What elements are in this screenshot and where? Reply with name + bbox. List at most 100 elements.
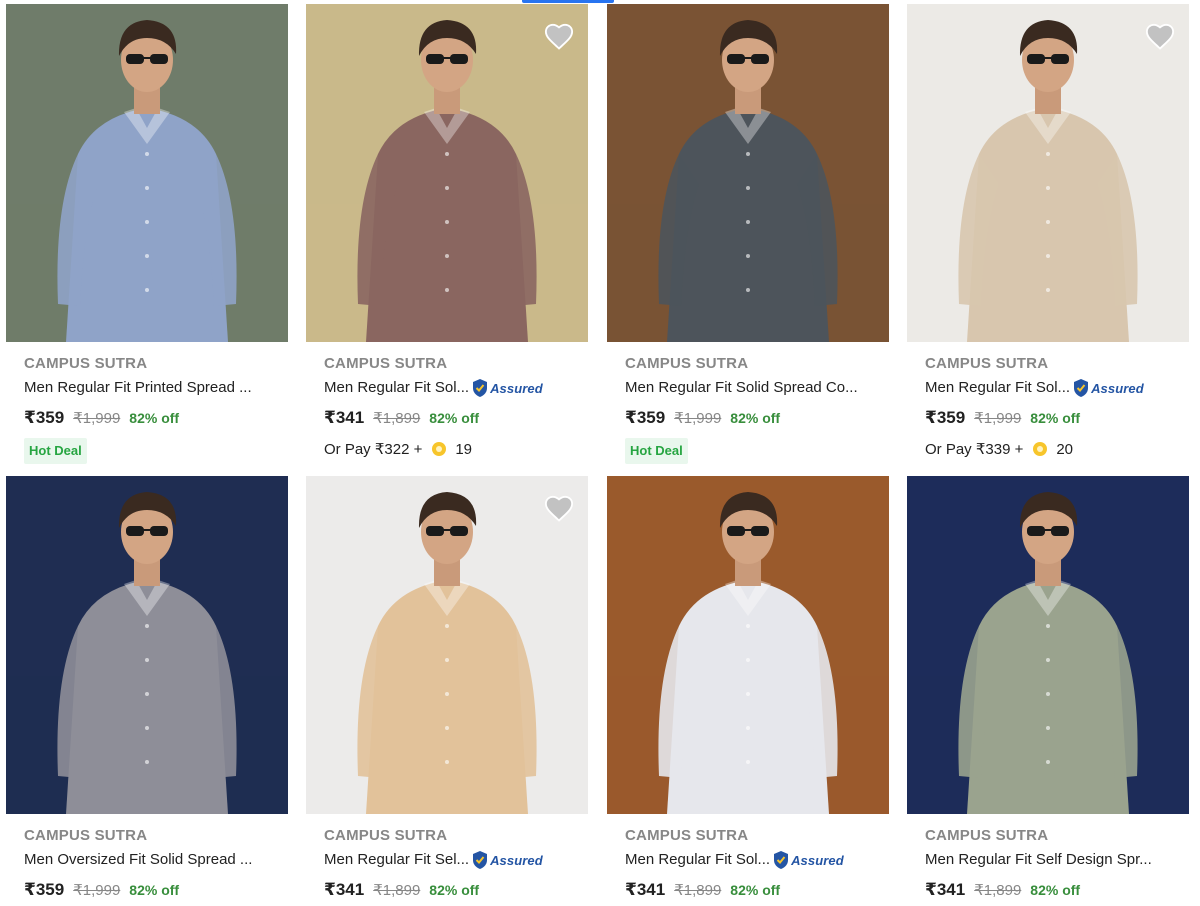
title-row: Men Regular Fit Sel... Assured [324, 849, 592, 871]
model-photo [907, 4, 1189, 342]
model-photo [907, 476, 1189, 814]
product-title[interactable]: Men Regular Fit Solid Spread Co... [625, 377, 858, 399]
model-photo [607, 4, 889, 342]
original-price: ₹1,999 [974, 410, 1022, 427]
selling-price: ₹341 [324, 880, 365, 899]
selling-price: ₹341 [625, 880, 666, 899]
brand-name: CAMPUS SUTRA [324, 827, 448, 844]
brand-name: CAMPUS SUTRA [24, 355, 148, 372]
brand-name: CAMPUS SUTRA [925, 827, 1049, 844]
product-title[interactable]: Men Regular Fit Self Design Spr... [925, 849, 1152, 871]
model-photo [607, 476, 889, 814]
assured-label: Assured [490, 852, 543, 868]
title-row: Men Regular Fit Self Design Spr... [925, 849, 1193, 871]
discount-percent: 82% off [429, 882, 480, 898]
hot-deal-badge: Hot Deal [24, 438, 87, 464]
selling-price: ₹341 [324, 408, 365, 427]
assured-shield-icon [473, 379, 488, 397]
model-photo [6, 476, 288, 814]
price-row: ₹359 ₹1,999 82% off [625, 408, 893, 430]
product-card[interactable]: CAMPUS SUTRA Men Regular Fit Sol... Assure… [901, 0, 1200, 472]
product-card[interactable]: CAMPUS SUTRA Men Regular Fit Solid Spread… [601, 0, 901, 472]
assured-badge: Assured [471, 850, 543, 870]
assured-badge: Assured [1072, 378, 1144, 398]
product-image[interactable] [907, 476, 1189, 814]
model-photo [6, 4, 288, 342]
product-title[interactable]: Men Regular Fit Sol... [625, 849, 770, 871]
product-image[interactable] [306, 4, 588, 342]
assured-label: Assured [1091, 380, 1144, 396]
assured-label: Assured [791, 852, 844, 868]
brand-name: CAMPUS SUTRA [625, 827, 749, 844]
assured-badge: Assured [772, 850, 844, 870]
coin-count: 20 [1056, 440, 1074, 458]
hot-deal-badge: Hot Deal [625, 438, 688, 464]
wishlist-heart-icon[interactable] [544, 22, 574, 50]
product-card[interactable]: CAMPUS SUTRA Men Regular Fit Self Design … [901, 472, 1200, 906]
selling-price: ₹341 [925, 880, 966, 899]
price-row: ₹341 ₹1,899 82% off [625, 880, 893, 902]
product-title[interactable]: Men Regular Fit Sel... [324, 849, 469, 871]
assured-shield-icon [774, 851, 789, 869]
price-row: ₹359 ₹1,999 82% off [24, 408, 292, 430]
wishlist-heart-icon[interactable] [544, 494, 574, 522]
product-image[interactable] [907, 4, 1189, 342]
product-info: CAMPUS SUTRA Men Regular Fit Self Design … [925, 826, 1193, 906]
title-row: Men Oversized Fit Solid Spread ... [24, 849, 292, 871]
product-info: CAMPUS SUTRA Men Regular Fit Solid Spread… [625, 354, 893, 466]
product-image[interactable] [306, 476, 588, 814]
selling-price: ₹359 [24, 408, 65, 427]
assured-label: Assured [490, 380, 543, 396]
extra-info: Or Pay ₹322 + 19 [324, 438, 592, 466]
original-price: ₹1,999 [73, 410, 121, 427]
extra-info: Hot Deal [625, 438, 893, 466]
product-image[interactable] [607, 476, 889, 814]
pay-with-coins: Or Pay ₹339 + 20 [925, 438, 1193, 459]
brand-name: CAMPUS SUTRA [925, 355, 1049, 372]
assured-shield-icon [1074, 379, 1089, 397]
title-row: Men Regular Fit Solid Spread Co... [625, 377, 893, 399]
product-title[interactable]: Men Oversized Fit Solid Spread ... [24, 849, 252, 871]
selling-price: ₹359 [24, 880, 65, 899]
extra-info: Or Pay ₹339 + 20 [925, 438, 1193, 466]
product-info: CAMPUS SUTRA Men Regular Fit Sol... Assure… [925, 354, 1193, 466]
price-row: ₹341 ₹1,899 82% off [925, 880, 1193, 902]
discount-percent: 82% off [1030, 882, 1081, 898]
discount-percent: 82% off [730, 882, 781, 898]
product-grid: CAMPUS SUTRA Men Regular Fit Printed Spre… [0, 0, 1200, 906]
selling-price: ₹359 [625, 408, 666, 427]
model-photo [306, 476, 588, 814]
original-price: ₹1,899 [674, 882, 722, 899]
product-title[interactable]: Men Regular Fit Sol... [324, 377, 469, 399]
product-card[interactable]: CAMPUS SUTRA Men Regular Fit Sel... Assure… [300, 472, 600, 906]
pay-price-text: Or Pay ₹322 + [324, 441, 423, 458]
supercoin-icon [1033, 442, 1048, 456]
price-row: ₹341 ₹1,899 82% off [324, 880, 592, 902]
original-price: ₹1,999 [73, 882, 121, 899]
original-price: ₹1,999 [674, 410, 722, 427]
discount-percent: 82% off [129, 882, 180, 898]
brand-name: CAMPUS SUTRA [324, 355, 448, 372]
discount-percent: 82% off [429, 410, 480, 426]
pay-price-text: Or Pay ₹339 + [925, 441, 1024, 458]
product-image[interactable] [6, 4, 288, 342]
product-card[interactable]: CAMPUS SUTRA Men Oversized Fit Solid Spre… [0, 472, 300, 906]
product-title[interactable]: Men Regular Fit Sol... [925, 377, 1070, 399]
product-info: CAMPUS SUTRA Men Regular Fit Sol... Assure… [324, 354, 592, 466]
brand-name: CAMPUS SUTRA [24, 827, 148, 844]
selling-price: ₹359 [925, 408, 966, 427]
product-title[interactable]: Men Regular Fit Printed Spread ... [24, 377, 252, 399]
product-card[interactable]: CAMPUS SUTRA Men Regular Fit Sol... Assure… [601, 472, 901, 906]
pay-with-coins: Or Pay ₹322 + 19 [324, 438, 592, 459]
product-image[interactable] [607, 4, 889, 342]
title-row: Men Regular Fit Sol... Assured [324, 377, 592, 399]
product-card[interactable]: CAMPUS SUTRA Men Regular Fit Sol... Assure… [300, 0, 600, 472]
title-row: Men Regular Fit Sol... Assured [925, 377, 1193, 399]
original-price: ₹1,899 [373, 410, 421, 427]
assured-shield-icon [473, 851, 488, 869]
wishlist-heart-icon[interactable] [1145, 22, 1175, 50]
assured-badge: Assured [471, 378, 543, 398]
product-card[interactable]: CAMPUS SUTRA Men Regular Fit Printed Spre… [0, 0, 300, 472]
product-image[interactable] [6, 476, 288, 814]
original-price: ₹1,899 [974, 882, 1022, 899]
